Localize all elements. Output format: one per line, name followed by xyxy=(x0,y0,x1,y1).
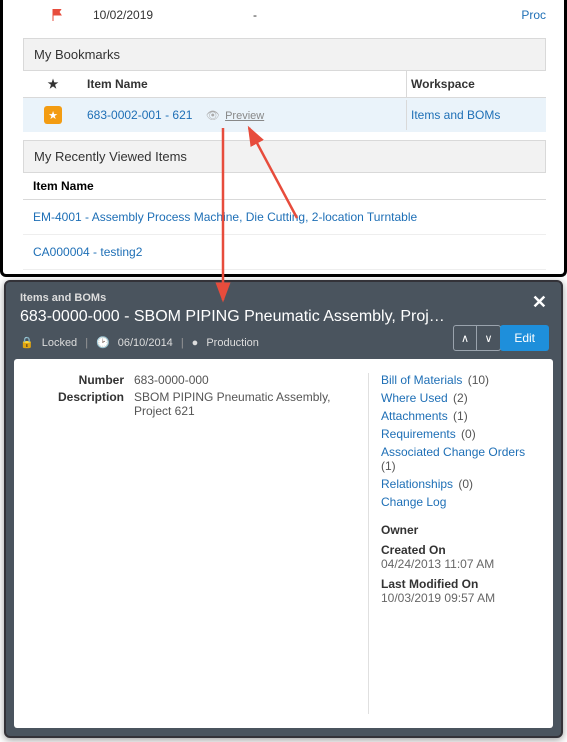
workspace-link[interactable]: Items and BOMs xyxy=(411,108,500,122)
col-item-name: Item Name xyxy=(83,71,406,97)
preview-panel: Items and BOMs ✕ 683-0000-000 - SBOM PIP… xyxy=(4,280,563,738)
panel-workspace: Items and BOMs xyxy=(20,292,547,304)
bookmarks-header: My Bookmarks xyxy=(23,38,546,71)
locked-label: Locked xyxy=(42,337,77,349)
side-link-count: (10) xyxy=(464,373,489,387)
side-link[interactable]: Associated Change Orders xyxy=(381,445,525,459)
side-link[interactable]: Requirements xyxy=(381,427,456,441)
desc-label: Description xyxy=(24,390,134,418)
panel-state: Production xyxy=(206,337,259,349)
number-value: 683-0000-000 xyxy=(134,373,368,387)
created-label: Created On xyxy=(381,543,543,557)
circle-icon: ● xyxy=(192,337,199,349)
side-link-count: (2) xyxy=(450,391,468,405)
panel-date: 06/10/2014 xyxy=(118,337,173,349)
side-link[interactable]: Attachments xyxy=(381,409,448,423)
bookmark-star-icon[interactable]: ★ xyxy=(44,106,62,124)
side-link[interactable]: Where Used xyxy=(381,391,448,405)
prev-button[interactable]: ∧ xyxy=(453,325,477,351)
activity-link[interactable]: Proc xyxy=(521,8,546,22)
desc-value: SBOM PIPING Pneumatic Assembly, Project … xyxy=(134,390,368,418)
edit-button[interactable]: Edit xyxy=(500,325,549,351)
eye-icon[interactable]: 👁 xyxy=(206,110,220,122)
activity-dash: - xyxy=(253,8,521,22)
modified-label: Last Modified On xyxy=(381,577,543,591)
created-value: 04/24/2013 11:07 AM xyxy=(381,557,543,571)
panel-title: 683-0000-000 - SBOM PIPING Pneumatic Ass… xyxy=(20,308,547,326)
bookmark-row: ★ 683-0002-001 - 621 👁 Preview Items and… xyxy=(23,98,546,132)
side-link[interactable]: Bill of Materials xyxy=(381,373,462,387)
activity-row: 10/02/2019 - Proc xyxy=(23,0,546,30)
bookmark-link[interactable]: 683-0002-001 - 621 xyxy=(87,108,192,122)
activity-date: 10/02/2019 xyxy=(93,8,253,22)
recent-item-link[interactable]: CA000004 - testing2 xyxy=(33,245,142,259)
recent-header: My Recently Viewed Items xyxy=(23,140,546,173)
side-link-count: (0) xyxy=(455,477,473,491)
number-label: Number xyxy=(24,373,134,387)
recent-item-link[interactable]: EM-4001 - Assembly Process Machine, Die … xyxy=(33,210,417,224)
side-link[interactable]: Change Log xyxy=(381,495,446,509)
owner-label: Owner xyxy=(381,523,543,537)
recent-col-name: Item Name xyxy=(33,179,94,193)
preview-link[interactable]: Preview xyxy=(225,110,264,122)
side-link-count: (0) xyxy=(458,427,476,441)
col-workspace: Workspace xyxy=(406,71,546,97)
side-link-count: (1) xyxy=(381,459,396,473)
side-link-count: (1) xyxy=(450,409,468,423)
flag-icon xyxy=(23,9,93,21)
star-icon: ★ xyxy=(23,71,83,97)
modified-value: 10/03/2019 09:57 AM xyxy=(381,591,543,605)
close-icon[interactable]: ✕ xyxy=(532,292,547,313)
lock-icon: 🔒 xyxy=(20,336,34,349)
side-link[interactable]: Relationships xyxy=(381,477,453,491)
next-button[interactable]: ∨ xyxy=(477,325,501,351)
clock-icon: 🕑 xyxy=(96,336,110,349)
